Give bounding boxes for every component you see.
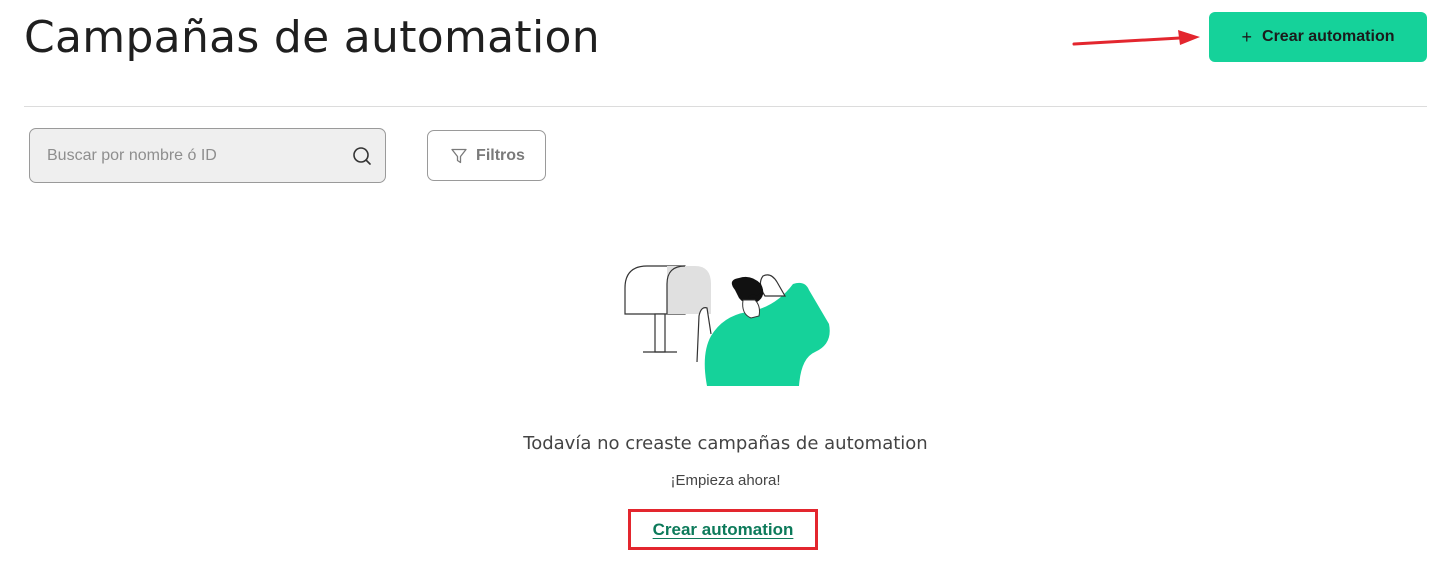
filters-button-label: Filtros bbox=[476, 146, 525, 164]
search-input[interactable] bbox=[47, 146, 337, 165]
header-divider bbox=[24, 106, 1427, 107]
person-body bbox=[704, 282, 830, 386]
create-automation-link[interactable]: Crear automation bbox=[653, 520, 794, 540]
create-automation-button[interactable]: + Crear automation bbox=[1209, 12, 1427, 62]
filters-button[interactable]: Filtros bbox=[427, 130, 546, 181]
plus-icon: + bbox=[1241, 27, 1253, 47]
mailbox-door bbox=[667, 266, 711, 314]
person-mailbox-illustration bbox=[624, 265, 830, 386]
highlight-box: Crear automation bbox=[628, 509, 818, 550]
person-hair bbox=[731, 276, 764, 304]
search-field[interactable] bbox=[29, 128, 386, 183]
mailbox-post bbox=[654, 313, 666, 353]
empty-state-title: Todavía no creaste campañas de automatio… bbox=[523, 433, 928, 454]
search-icon[interactable] bbox=[351, 145, 373, 167]
create-automation-button-label: Crear automation bbox=[1262, 28, 1395, 45]
filter-icon bbox=[451, 148, 467, 163]
empty-state-subtitle: ¡Empieza ahora! bbox=[670, 472, 781, 489]
page-title: Campañas de automation bbox=[24, 12, 600, 63]
annotation-arrow bbox=[1072, 30, 1200, 46]
person-right-hand bbox=[759, 274, 787, 297]
